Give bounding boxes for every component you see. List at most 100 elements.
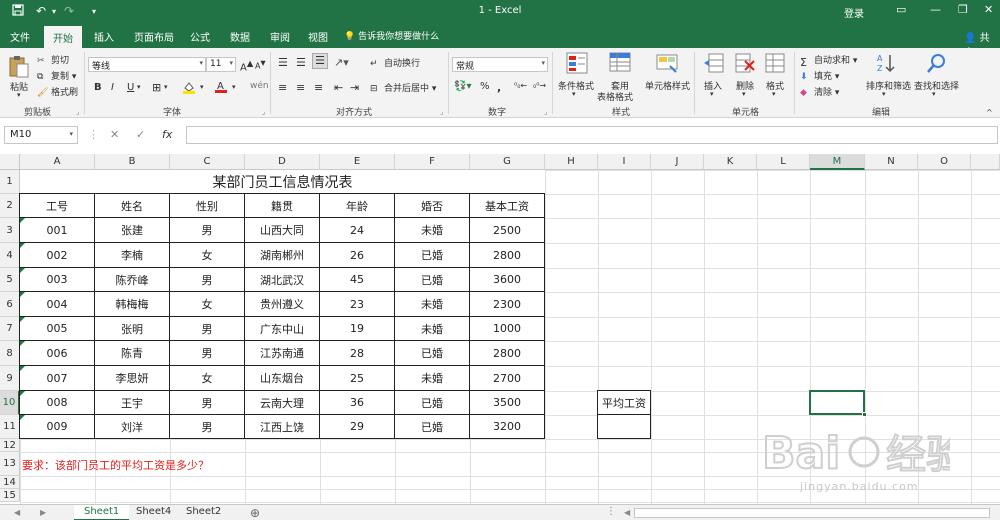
table-cell[interactable]: 已婚 bbox=[395, 268, 470, 292]
column-header-k[interactable]: K bbox=[704, 154, 757, 170]
fill-color-icon[interactable] bbox=[182, 80, 196, 97]
table-cell[interactable]: 3500 bbox=[470, 391, 545, 415]
table-cell[interactable]: 008 bbox=[20, 391, 95, 415]
tell-me-input[interactable]: 💡 告诉我你想要做什么 bbox=[344, 29, 439, 42]
sheet-tab-sheet2[interactable]: Sheet2 bbox=[176, 505, 231, 520]
row-header-3[interactable]: 3 bbox=[0, 218, 20, 243]
align-right-icon[interactable]: ≡ bbox=[314, 81, 323, 94]
format-cells-dropdown-icon[interactable]: ▾ bbox=[772, 90, 776, 98]
cancel-icon[interactable]: ✕ bbox=[110, 128, 119, 141]
table-cell[interactable]: 36 bbox=[320, 391, 395, 415]
table-cell[interactable]: 006 bbox=[20, 341, 95, 366]
align-middle-icon[interactable]: ☰ bbox=[296, 56, 306, 69]
table-cell[interactable]: 2800 bbox=[470, 341, 545, 366]
row-header-12[interactable]: 12 bbox=[0, 439, 20, 452]
clipboard-launcher-icon[interactable]: ⌟ bbox=[76, 108, 79, 116]
insert-function-icon[interactable]: fx bbox=[162, 128, 172, 141]
row-header-13[interactable]: 13 bbox=[0, 452, 20, 476]
table-cell[interactable]: 2500 bbox=[470, 218, 545, 243]
comma-icon[interactable]: , bbox=[497, 81, 501, 94]
table-cell[interactable]: 山西大同 bbox=[245, 218, 320, 243]
column-header-g[interactable]: G bbox=[470, 154, 545, 170]
formula-input[interactable] bbox=[186, 126, 998, 144]
row-header-11[interactable]: 11 bbox=[0, 415, 20, 439]
column-header-c[interactable]: C bbox=[170, 154, 245, 170]
column-header-n[interactable]: N bbox=[865, 154, 918, 170]
share-button[interactable]: 👤 共享 bbox=[960, 27, 1000, 59]
increase-font-icon[interactable]: A▲ bbox=[240, 58, 253, 73]
underline-dropdown-icon[interactable]: ▾ bbox=[137, 83, 141, 91]
row-header-8[interactable]: 8 bbox=[0, 341, 20, 366]
table-cell[interactable]: 45 bbox=[320, 268, 395, 292]
table-cell[interactable]: 3600 bbox=[470, 268, 545, 292]
table-cell[interactable]: 未婚 bbox=[395, 366, 470, 391]
table-cell[interactable]: 男 bbox=[170, 317, 245, 341]
align-center-icon[interactable]: ≡ bbox=[296, 81, 305, 94]
table-cell[interactable]: 1000 bbox=[470, 317, 545, 341]
tab-split-icon[interactable]: ⋮ bbox=[606, 506, 616, 517]
cell-styles-button[interactable]: 单元格样式 bbox=[645, 79, 690, 92]
decrease-indent-icon[interactable]: ⇤ bbox=[334, 81, 343, 94]
conditional-format-dropdown-icon[interactable]: ▾ bbox=[572, 90, 576, 98]
add-sheet-icon[interactable]: ⊕ bbox=[250, 506, 260, 520]
tab-review[interactable]: 审阅 bbox=[270, 29, 290, 44]
table-cell[interactable]: 男 bbox=[170, 268, 245, 292]
table-cell[interactable]: 陈青 bbox=[95, 341, 170, 366]
table-cell[interactable]: 25 bbox=[320, 366, 395, 391]
font-color-dropdown-icon[interactable]: ▾ bbox=[232, 83, 236, 91]
number-launcher-icon[interactable]: ⌟ bbox=[544, 108, 547, 116]
fill-button[interactable]: ⬇ 填充 ▾ bbox=[800, 69, 839, 83]
table-cell[interactable]: 山东烟台 bbox=[245, 366, 320, 391]
close-icon[interactable]: ✕ bbox=[984, 3, 993, 16]
active-cell-m10[interactable] bbox=[809, 390, 867, 417]
table-cell[interactable]: 未婚 bbox=[395, 317, 470, 341]
italic-button[interactable]: I bbox=[111, 82, 114, 93]
row-header-6[interactable]: 6 bbox=[0, 292, 20, 317]
paste-icon[interactable] bbox=[8, 54, 30, 78]
increase-decimal-icon[interactable]: ⁰₀← bbox=[514, 81, 527, 90]
table-cell[interactable]: 3200 bbox=[470, 415, 545, 439]
row-header-5[interactable]: 5 bbox=[0, 268, 20, 292]
decrease-decimal-icon[interactable]: ₀⁰→ bbox=[533, 81, 546, 90]
column-header-d[interactable]: D bbox=[245, 154, 320, 170]
hscroll-left-icon[interactable]: ◀ bbox=[624, 508, 630, 517]
table-cell[interactable]: 湖北武汉 bbox=[245, 268, 320, 292]
table-cell[interactable]: 王宇 bbox=[95, 391, 170, 415]
table-cell[interactable]: 女 bbox=[170, 366, 245, 391]
delete-cells-icon[interactable] bbox=[734, 52, 756, 74]
column-header-i[interactable]: I bbox=[598, 154, 651, 170]
format-cells-icon[interactable] bbox=[764, 52, 786, 74]
row-header-1[interactable]: 1 bbox=[0, 170, 20, 194]
table-cell[interactable]: 2800 bbox=[470, 243, 545, 268]
table-cell[interactable]: 张建 bbox=[95, 218, 170, 243]
column-header-m[interactable]: M bbox=[810, 154, 865, 170]
find-select-button[interactable]: 查找和选择 bbox=[914, 79, 959, 92]
row-header-10[interactable]: 10 bbox=[0, 391, 20, 415]
table-format-button[interactable]: 表格格式 bbox=[597, 90, 633, 103]
table-cell[interactable]: 云南大理 bbox=[245, 391, 320, 415]
paste-dropdown-icon[interactable]: ▾ bbox=[17, 91, 21, 99]
table-header-cell[interactable]: 姓名 bbox=[95, 194, 170, 218]
underline-button[interactable]: U bbox=[127, 82, 134, 93]
sort-filter-icon[interactable]: AZ bbox=[876, 52, 898, 74]
table-cell[interactable]: 已婚 bbox=[395, 391, 470, 415]
table-cell[interactable]: 江西上饶 bbox=[245, 415, 320, 439]
clear-button[interactable]: ◆ 清除 ▾ bbox=[800, 85, 839, 99]
row-header-4[interactable]: 4 bbox=[0, 243, 20, 268]
table-cell[interactable]: 男 bbox=[170, 218, 245, 243]
row-header-9[interactable]: 9 bbox=[0, 366, 20, 391]
minimize-icon[interactable]: — bbox=[930, 3, 941, 16]
insert-cells-dropdown-icon[interactable]: ▾ bbox=[710, 90, 714, 98]
merge-center-button[interactable]: ⊟ 合并后居中 ▾ bbox=[370, 81, 436, 95]
table-cell[interactable]: 湖南郴州 bbox=[245, 243, 320, 268]
table-format-icon[interactable] bbox=[609, 52, 631, 74]
phonetic-icon[interactable]: wén bbox=[250, 81, 269, 91]
enter-icon[interactable]: ✓ bbox=[136, 128, 145, 141]
table-cell[interactable]: 女 bbox=[170, 243, 245, 268]
table-header-cell[interactable]: 基本工资 bbox=[470, 194, 545, 218]
column-header-a[interactable]: A bbox=[20, 154, 95, 170]
font-color-icon[interactable]: A bbox=[214, 79, 228, 96]
table-cell[interactable]: 已婚 bbox=[395, 341, 470, 366]
sheet-tab-sheet1[interactable]: Sheet1 bbox=[74, 505, 130, 520]
table-cell[interactable]: 2700 bbox=[470, 366, 545, 391]
